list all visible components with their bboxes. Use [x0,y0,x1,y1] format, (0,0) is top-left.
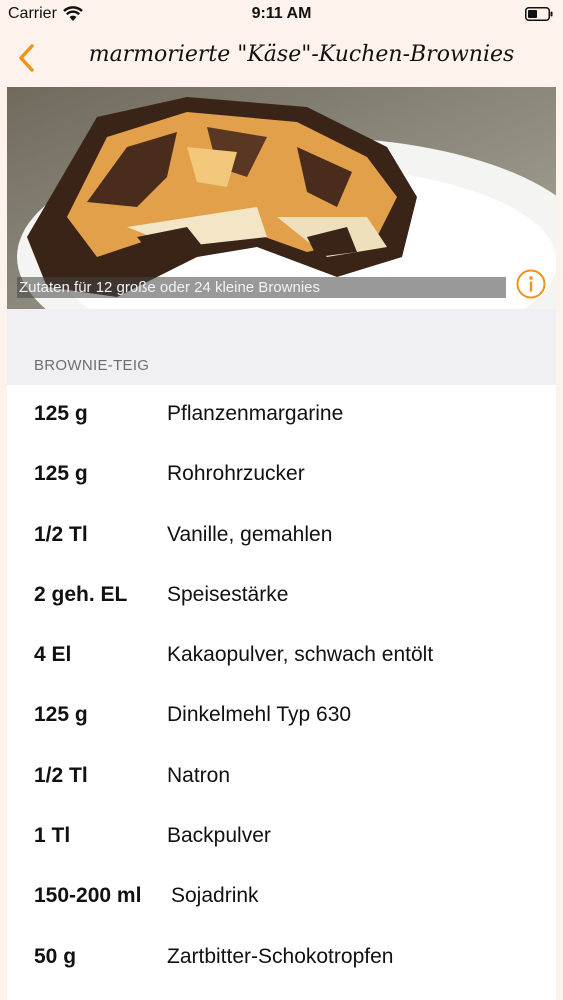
ingredient-amount: 2 geh. EL [34,582,128,606]
list-item[interactable]: 125 g Rohrohrzucker [7,445,556,505]
recipe-photo: Zutaten für 12 große oder 24 kleine Brow… [7,87,556,309]
page-title: marmorierte "Käse"-Kuchen-Brownies [88,42,515,67]
photo-caption: Zutaten für 12 große oder 24 kleine Brow… [17,277,506,298]
ingredient-amount: 150-200 ml [34,884,142,908]
info-button[interactable] [515,268,547,300]
list-item[interactable]: 1 Tl Backpulver [7,807,556,867]
status-time: 9:11 AM [251,5,312,22]
ingredient-amount: 1 Tl [34,824,71,848]
ingredient-name: Sojadrink [171,884,259,908]
list-item[interactable]: 4 El Kakaopulver, schwach entölt [7,626,556,686]
ingredient-name: Dinkelmehl Typ 630 [167,703,352,727]
list-item[interactable]: 50 g Zartbitter-Schokotropfen [7,928,556,988]
ingredient-name: Natron [167,763,231,787]
ingredient-name: Backpulver [167,824,271,848]
ingredient-list: 125 g Pflanzenmargarine 125 g Rohrohrzuc… [7,385,556,988]
list-item[interactable]: 150-200 ml Sojadrink [7,867,556,927]
section-header: BROWNIE-TEIG [7,309,556,385]
list-item[interactable]: 1/2 Tl Natron [7,747,556,807]
list-item[interactable]: 125 g Dinkelmehl Typ 630 [7,686,556,746]
info-icon [516,269,546,299]
battery-icon [525,7,553,21]
list-item[interactable]: 125 g Pflanzenmargarine [7,385,556,445]
list-item[interactable]: 2 geh. EL Speisestärke [7,566,556,626]
list-item[interactable]: 1/2 Tl Vanille, gemahlen [7,506,556,566]
ingredient-amount: 4 El [34,643,72,667]
ingredient-name: Vanille, gemahlen [167,522,333,546]
ingredient-name: Pflanzenmargarine [167,402,344,425]
ingredient-amount: 125 g [34,462,88,486]
chevron-left-icon [19,44,34,72]
ingredient-amount: 50 g [34,944,77,968]
ingredient-name: Zartbitter-Schokotropfen [167,944,394,968]
status-bar: Carrier 9:11 AM [0,0,563,30]
ingredient-name: Speisestärke [167,582,289,606]
ingredient-name: Kakaopulver, schwach entölt [167,643,434,667]
navigation-bar: marmorierte "Käse"-Kuchen-Brownies [0,30,563,87]
section-title: BROWNIE-TEIG [34,357,150,374]
back-button[interactable] [12,40,42,76]
ingredient-amount: 125 g [34,703,88,727]
ingredient-name: Rohrohrzucker [167,462,305,486]
recipe-content[interactable]: Zutaten für 12 große oder 24 kleine Brow… [7,87,556,1000]
ingredient-amount: 125 g [34,402,88,425]
ingredient-amount: 1/2 Tl [34,522,88,546]
ingredient-amount: 1/2 Tl [34,763,88,787]
